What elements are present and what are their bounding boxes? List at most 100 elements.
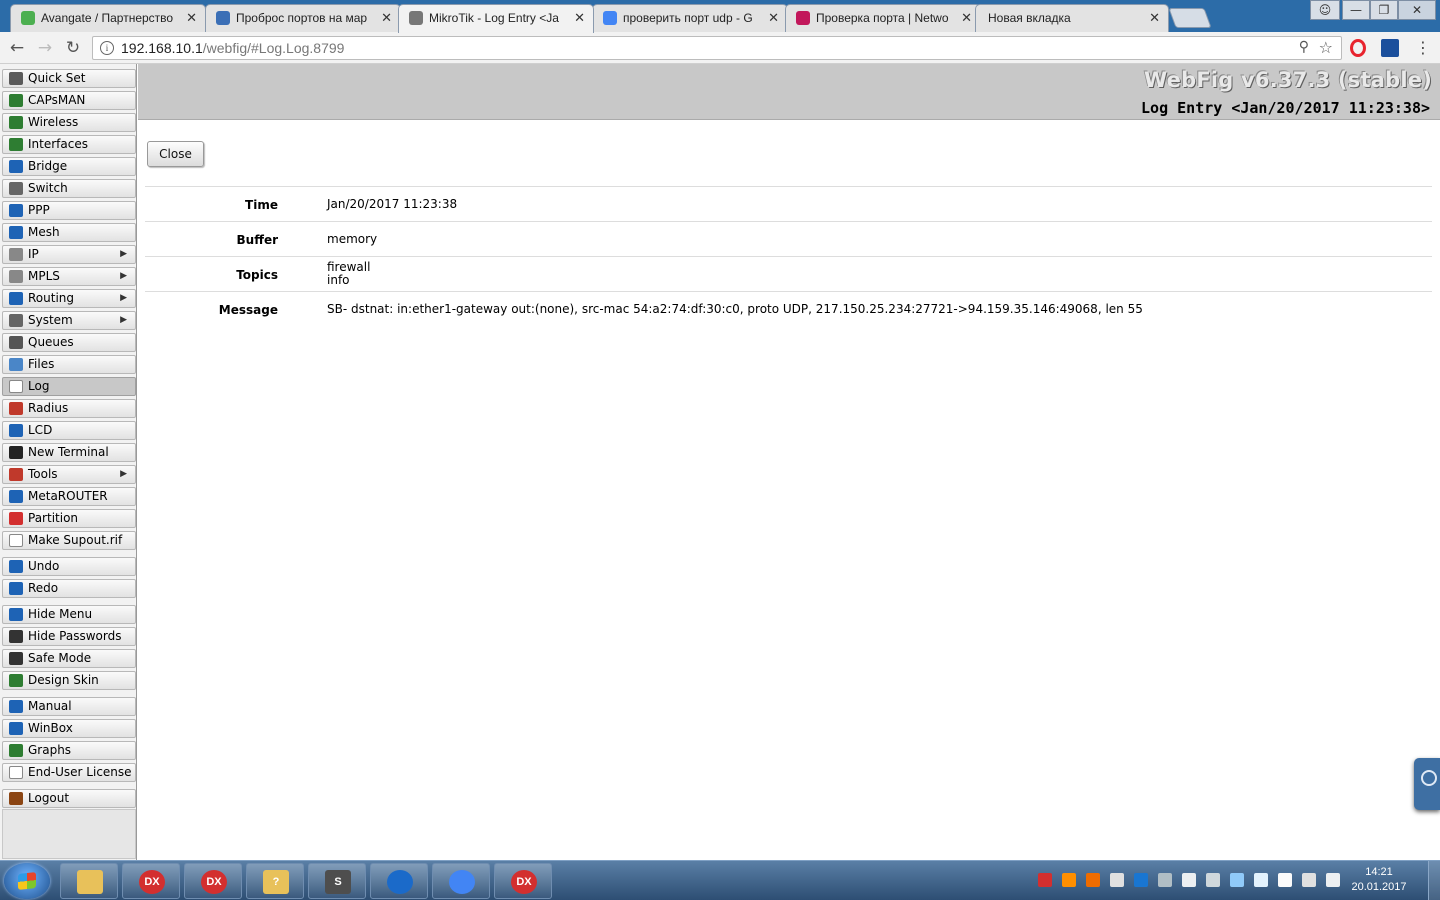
url-text[interactable]: 192.168.10.1/webfig/#Log.Log.8799	[121, 40, 344, 56]
taskbar-teamviewer-button[interactable]	[370, 863, 428, 899]
opera-extension-icon[interactable]	[1350, 39, 1366, 57]
tray-icon[interactable]	[1206, 873, 1220, 887]
tab-close-icon[interactable]: ✕	[768, 10, 779, 26]
menu-item-design-skin[interactable]: Design Skin	[2, 671, 136, 690]
menu-item-quick-set[interactable]: Quick Set	[2, 69, 136, 88]
menu-item-switch[interactable]: Switch	[2, 179, 136, 198]
close-button[interactable]: Close	[147, 141, 204, 167]
menu-item-label: Quick Set	[28, 71, 86, 85]
taskbar-chrome-button[interactable]	[432, 863, 490, 899]
menu-item-metarouter[interactable]: MetaROUTER	[2, 487, 136, 506]
menu-item-winbox[interactable]: WinBox	[2, 719, 136, 738]
taskbar-explorer-button[interactable]	[60, 863, 118, 899]
menu-item-partition[interactable]: Partition	[2, 509, 136, 528]
switch-icon	[9, 182, 23, 195]
menu-item-hide-passwords[interactable]: Hide Passwords	[2, 627, 136, 646]
tab-close-icon[interactable]: ✕	[1149, 10, 1160, 26]
taskbar-help-button[interactable]: ?	[246, 863, 304, 899]
site-info-icon[interactable]: i	[100, 41, 114, 55]
tray-icon[interactable]	[1326, 873, 1340, 887]
minimize-button[interactable]: —	[1342, 0, 1370, 20]
menu-item-interfaces[interactable]: Interfaces	[2, 135, 136, 154]
key-icon[interactable]: ⚲	[1299, 39, 1309, 55]
menu-item-capsman[interactable]: CAPsMAN	[2, 91, 136, 110]
menu-item-graphs[interactable]: Graphs	[2, 741, 136, 760]
menu-item-mpls[interactable]: MPLS ▶	[2, 267, 136, 286]
browser-tab[interactable]: Новая вкладка ✕	[975, 4, 1169, 32]
tray-icon[interactable]	[1254, 873, 1268, 887]
tray-icon[interactable]	[1038, 873, 1052, 887]
field-row-buffer: Buffer memory	[145, 221, 1432, 256]
menu-item-label: Hide Menu	[28, 607, 93, 621]
address-bar[interactable]: i 192.168.10.1/webfig/#Log.Log.8799 ⚲ ☆	[92, 36, 1342, 60]
tray-icon[interactable]	[1086, 873, 1100, 887]
browser-tab[interactable]: Avangate / Партнерство ✕	[10, 4, 206, 32]
google-icon	[603, 11, 617, 25]
taskbar-dx-2-button[interactable]: DX	[184, 863, 242, 899]
taskbar-dx-3-button[interactable]: DX	[494, 863, 552, 899]
menu-item-radius[interactable]: Radius	[2, 399, 136, 418]
menu-item-manual[interactable]: Manual	[2, 697, 136, 716]
reload-button[interactable]: ↻	[63, 38, 83, 58]
menu-item-label: Files	[28, 357, 55, 371]
browser-tab[interactable]: Проверка порта | Netwo ✕	[785, 4, 981, 32]
start-button[interactable]	[4, 863, 50, 899]
browser-tab[interactable]: Проброс портов на мар ✕	[205, 4, 401, 32]
field-row-message: Message SB- dstnat: in:ether1-gateway out…	[145, 291, 1432, 326]
tray-icon[interactable]	[1278, 873, 1292, 887]
chrome-menu-icon[interactable]: ⋮	[1414, 39, 1432, 57]
tray-icon[interactable]	[1182, 873, 1196, 887]
menu-item-redo[interactable]: Redo	[2, 579, 136, 598]
chrome-icon	[449, 870, 475, 894]
menu-item-bridge[interactable]: Bridge	[2, 157, 136, 176]
menu-item-mesh[interactable]: Mesh	[2, 223, 136, 242]
menu-item-end-user-license[interactable]: End-User License	[2, 763, 136, 782]
tray-icon[interactable]	[1230, 873, 1244, 887]
window-close-button[interactable]: ✕	[1398, 0, 1436, 20]
menu-item-log[interactable]: Log	[2, 377, 136, 396]
taskbar-sublime-button[interactable]: S	[308, 863, 366, 899]
maximize-button[interactable]: ❐	[1370, 0, 1398, 20]
back-button[interactable]: ←	[7, 38, 27, 58]
menu-item-wireless[interactable]: Wireless	[2, 113, 136, 132]
new-tab-button[interactable]	[1168, 8, 1212, 28]
tray-icon[interactable]	[1158, 873, 1172, 887]
tray-icon[interactable]	[1302, 873, 1316, 887]
hide-passwords-icon	[9, 630, 23, 643]
menu-item-ip[interactable]: IP ▶	[2, 245, 136, 264]
show-desktop-button[interactable]	[1428, 861, 1440, 900]
menu-item-undo[interactable]: Undo	[2, 557, 136, 576]
menu-item-files[interactable]: Files	[2, 355, 136, 374]
tray-icon[interactable]	[1134, 873, 1148, 887]
taskbar-clock[interactable]: 14:21 20.01.2017	[1344, 865, 1414, 895]
menu-item-new-terminal[interactable]: New Terminal	[2, 443, 136, 462]
tab-close-icon[interactable]: ✕	[186, 10, 197, 26]
menu-item-queues[interactable]: Queues	[2, 333, 136, 352]
menu-item-system[interactable]: System ▶	[2, 311, 136, 330]
browser-tab[interactable]: MikroTik - Log Entry <Ja ✕	[398, 4, 594, 33]
tray-icon[interactable]	[1110, 873, 1124, 887]
browser-tab[interactable]: проверить порт udp - G ✕	[592, 4, 788, 32]
taskbar-dx-1-button[interactable]: DX	[122, 863, 180, 899]
menu-item-lcd[interactable]: LCD	[2, 421, 136, 440]
tray-icon[interactable]	[1062, 873, 1076, 887]
menu-item-logout[interactable]: Logout	[2, 789, 136, 808]
tab-close-icon[interactable]: ✕	[381, 10, 392, 26]
menu-item-routing[interactable]: Routing ▶	[2, 289, 136, 308]
menu-item-safe-mode[interactable]: Safe Mode	[2, 649, 136, 668]
forward-button[interactable]: →	[35, 38, 55, 58]
quick-set-icon	[9, 72, 23, 85]
vpn-extension-icon[interactable]	[1381, 39, 1399, 57]
profile-button[interactable]: ☺	[1310, 0, 1340, 20]
menu-item-make-supout-rif[interactable]: Make Supout.rif	[2, 531, 136, 550]
menu-item-label: Routing	[28, 291, 75, 305]
tab-close-icon[interactable]: ✕	[574, 10, 585, 26]
bookmark-star-icon[interactable]: ☆	[1319, 38, 1333, 57]
tab-close-icon[interactable]: ✕	[961, 10, 972, 26]
system-icon	[9, 314, 23, 327]
menu-item-ppp[interactable]: PPP	[2, 201, 136, 220]
files-icon	[9, 358, 23, 371]
teamviewer-widget-icon[interactable]	[1414, 758, 1440, 810]
menu-item-hide-menu[interactable]: Hide Menu	[2, 605, 136, 624]
menu-item-tools[interactable]: Tools ▶	[2, 465, 136, 484]
